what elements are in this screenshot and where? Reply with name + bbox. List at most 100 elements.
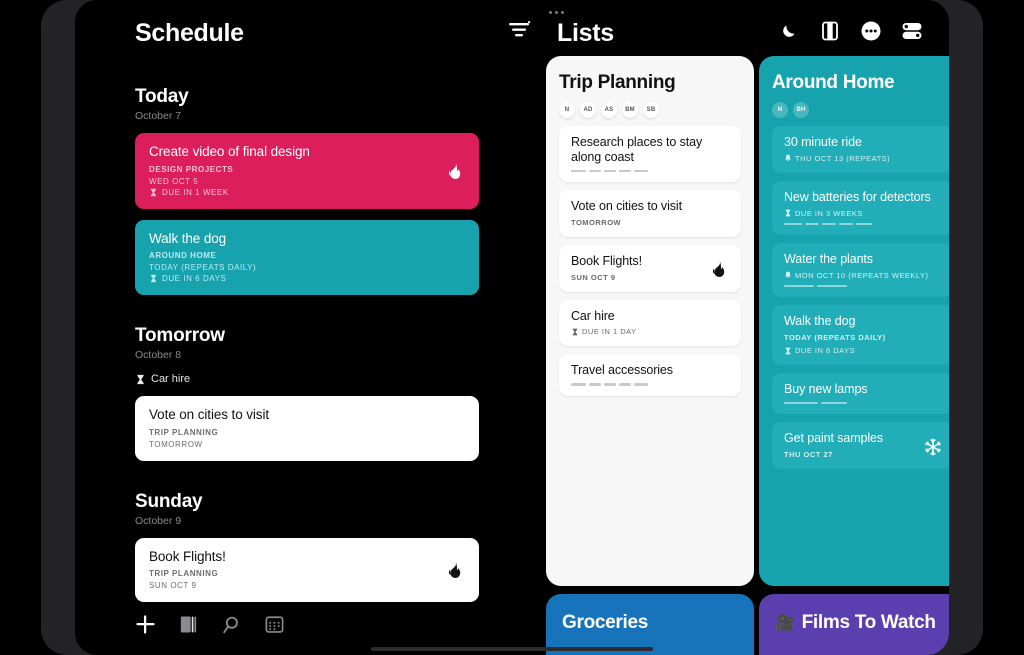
list-card-trip-planning[interactable]: Trip Planning N AD AS BM SB Research places to… xyxy=(546,56,754,586)
list-card-title: 🎥 Films To Watch xyxy=(775,612,949,634)
task-item[interactable]: Walk the dog TODAY (REPEATS DAILY) DUE IN … xyxy=(772,305,949,365)
flame-icon xyxy=(712,260,725,278)
home-indicator xyxy=(371,647,653,651)
calendar-icon[interactable] xyxy=(265,615,284,634)
task-meta-secondary-label: DUE IN 6 DAYS xyxy=(795,346,856,355)
hourglass-icon xyxy=(150,188,157,196)
task-note-redacted xyxy=(784,401,942,405)
task-title: Buy new lamps xyxy=(784,382,868,396)
schedule-event-card[interactable]: Book Flights! TRIP PLANNING SUN OCT 9 xyxy=(135,537,479,603)
event-due-label: DUE IN 6 DAYS xyxy=(162,274,227,284)
movie-camera-icon: 🎥 xyxy=(775,615,795,632)
task-meta: TODAY (REPEATS DAILY) xyxy=(784,333,942,342)
bell-icon xyxy=(785,271,791,279)
hourglass-icon xyxy=(150,274,157,283)
task-title: Vote on cities to visit xyxy=(571,199,682,213)
sidebar-book-icon[interactable] xyxy=(180,615,197,634)
task-item[interactable]: Buy new lamps xyxy=(772,373,949,415)
task-meta-label: THU OCT 27 xyxy=(784,450,833,459)
panel-layout-icon[interactable] xyxy=(819,20,841,42)
task-title: Book Flights! xyxy=(571,253,642,268)
filter-sort-icon[interactable] xyxy=(509,21,531,39)
schedule-section: Today October 7 Create video of final desi… xyxy=(75,86,505,296)
drag-handle-dots[interactable] xyxy=(545,9,567,15)
event-title: Create video of final design xyxy=(149,144,310,159)
more-options-icon[interactable] xyxy=(860,20,882,42)
all-day-note: Car hire xyxy=(135,373,479,385)
schedule-event-card[interactable]: Create video of final design DESIGN PROJE… xyxy=(135,133,479,209)
list-card-title: Around Home xyxy=(772,72,895,93)
event-list-name: DESIGN PROJECTS xyxy=(149,164,234,174)
flame-icon xyxy=(448,561,461,578)
list-card-title: Trip Planning xyxy=(559,72,676,93)
task-item[interactable]: Water the plants MON OCT 10 (REPEATS WEEK… xyxy=(772,243,949,298)
hourglass-icon xyxy=(785,209,791,217)
avatar[interactable]: N xyxy=(772,102,788,118)
event-date: TODAY (REPEATS DAILY) xyxy=(149,263,257,273)
list-card-films-to-watch[interactable]: 🎥 Films To Watch xyxy=(759,594,949,655)
schedule-event-card[interactable]: Vote on cities to visit TRIP PLANNING TOMO… xyxy=(135,396,479,461)
task-meta-secondary: DUE IN 6 DAYS xyxy=(784,346,942,355)
task-note-redacted xyxy=(784,284,942,288)
moon-icon[interactable] xyxy=(778,20,800,42)
list-card-around-home[interactable]: Around Home N BH 30 minute ride THU OCT 13 (… xyxy=(759,56,949,586)
task-title: Research places to stay along coast xyxy=(571,135,703,164)
event-title: Book Flights! xyxy=(149,548,226,564)
task-meta-label: MON OCT 10 (REPEATS WEEKLY) xyxy=(795,270,929,280)
section-heading: Today xyxy=(135,86,189,107)
event-title: Walk the dog xyxy=(149,230,227,246)
avatar[interactable]: AS xyxy=(601,102,617,118)
search-icon[interactable] xyxy=(221,615,241,635)
task-item[interactable]: Travel accessories xyxy=(559,354,741,396)
section-heading: Sunday xyxy=(135,490,203,512)
avatar[interactable]: SB xyxy=(643,102,659,118)
section-date: October 7 xyxy=(135,110,182,122)
schedule-event-card[interactable]: Walk the dog AROUND HOME TODAY (REPEATS DA… xyxy=(135,219,479,296)
avatar[interactable]: BH xyxy=(793,102,809,118)
avatar[interactable]: N xyxy=(559,102,575,118)
list-card-groceries[interactable]: Groceries xyxy=(546,594,754,655)
bell-icon xyxy=(785,154,791,162)
event-badge-flame-icon xyxy=(447,561,463,579)
collaborator-avatars: N AD AS BM SB xyxy=(559,102,741,118)
event-title: Vote on cities to visit xyxy=(149,407,270,423)
task-item[interactable]: Car hire DUE IN 1 DAY xyxy=(559,299,741,347)
event-due: DUE IN 6 DAYS xyxy=(149,274,465,283)
section-date: October 8 xyxy=(135,349,182,362)
hourglass-icon xyxy=(785,347,791,354)
event-list-name: AROUND HOME xyxy=(149,251,217,261)
task-meta: THU OCT 13 (REPEATS) xyxy=(784,154,942,163)
task-badge-flame-icon xyxy=(711,260,727,278)
schedule-section: Tomorrow October 8 Car hire Vote on cities … xyxy=(75,325,505,461)
task-item[interactable]: New batteries for detectors DUE IN 3 WEEK… xyxy=(772,180,949,235)
task-item[interactable]: 30 minute ride THU OCT 13 (REPEATS) xyxy=(772,126,949,173)
app-screen: Schedule Lists Today October 7 Create vi… xyxy=(75,0,949,655)
task-item[interactable]: Book Flights! SUN OCT 9 xyxy=(559,244,741,292)
task-meta-label: DUE IN 3 WEEKS xyxy=(795,208,863,218)
schedule-section: Sunday October 9 Book Flights! TRIP PLANNIN… xyxy=(75,491,505,603)
task-title: Get paint samples xyxy=(784,431,884,446)
avatar[interactable]: AD xyxy=(580,102,596,118)
task-meta-label: THU OCT 13 (REPEATS) xyxy=(795,153,891,163)
task-title: Travel accessories xyxy=(571,363,673,378)
page-title-schedule: Schedule xyxy=(135,19,244,47)
avatar[interactable]: BM xyxy=(622,102,638,118)
add-icon[interactable] xyxy=(135,614,156,635)
task-meta: TOMORROW xyxy=(571,218,729,227)
task-meta: THU OCT 27 xyxy=(784,450,942,459)
top-toolbar: Schedule Lists xyxy=(75,0,949,64)
flame-icon xyxy=(448,162,461,179)
settings-toggles-icon[interactable] xyxy=(901,20,923,42)
task-item[interactable]: Research places to stay along coast xyxy=(559,126,741,182)
event-due-label: DUE IN 1 WEEK xyxy=(162,187,229,197)
task-title: Walk the dog xyxy=(784,314,856,329)
task-item[interactable]: Get paint samples THU OCT 27 xyxy=(772,422,949,469)
task-title: Car hire xyxy=(571,308,615,323)
task-note-redacted xyxy=(784,222,942,225)
task-note-redacted xyxy=(571,383,729,386)
task-meta: SUN OCT 9 xyxy=(571,273,729,282)
bottom-toolbar xyxy=(135,614,284,635)
task-item[interactable]: Vote on cities to visit TOMORROW xyxy=(559,190,741,237)
event-date: WED OCT 5 xyxy=(149,176,199,186)
hourglass-icon xyxy=(137,374,144,384)
